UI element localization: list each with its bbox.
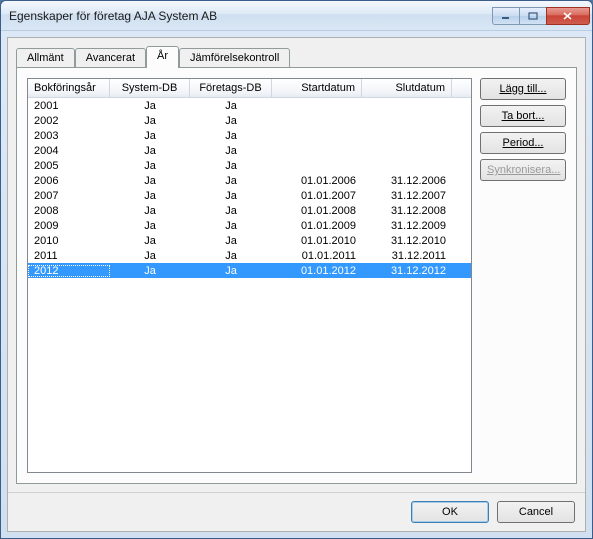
- close-icon: [563, 12, 573, 20]
- table-cell: Ja: [190, 190, 272, 202]
- table-cell: Ja: [110, 190, 190, 202]
- table-cell: 2002: [28, 115, 110, 127]
- col-header-year[interactable]: Bokföringsår: [28, 79, 110, 97]
- table-cell: 2001: [28, 100, 110, 112]
- minimize-button[interactable]: [492, 7, 520, 25]
- table-row[interactable]: 2001JaJa: [28, 98, 471, 113]
- window-title: Egenskaper för företag AJA System AB: [9, 9, 493, 23]
- bottom-bar: OK Cancel: [8, 492, 585, 531]
- ok-button[interactable]: OK: [411, 501, 489, 523]
- table-cell: 31.12.2008: [362, 205, 452, 217]
- table-cell: Ja: [190, 250, 272, 262]
- table-cell: 31.12.2010: [362, 235, 452, 247]
- table-cell: Ja: [190, 100, 272, 112]
- window-controls: [493, 7, 590, 25]
- table-cell: 2009: [28, 220, 110, 232]
- table-cell: 31.12.2007: [362, 190, 452, 202]
- table-cell: Ja: [190, 205, 272, 217]
- table-cell: 2007: [28, 190, 110, 202]
- table-cell: 2011: [28, 250, 110, 262]
- table-cell: Ja: [110, 175, 190, 187]
- table-cell: 2012: [28, 265, 110, 277]
- sync-button: Synkronisera...: [480, 159, 566, 181]
- close-button[interactable]: [546, 7, 590, 25]
- table-cell: Ja: [110, 115, 190, 127]
- table-cell: Ja: [190, 130, 272, 142]
- add-button[interactable]: Lägg till...: [480, 78, 566, 100]
- table-cell: 31.12.2006: [362, 175, 452, 187]
- dialog-window: Egenskaper för företag AJA System AB All…: [0, 0, 593, 539]
- minimize-icon: [501, 12, 511, 20]
- table-cell: Ja: [110, 100, 190, 112]
- table-row[interactable]: 2007JaJa01.01.200731.12.2007: [28, 188, 471, 203]
- table-cell: 01.01.2008: [272, 205, 362, 217]
- col-header-systemdb[interactable]: System-DB: [110, 79, 190, 97]
- tab-allmänt[interactable]: Allmänt: [16, 48, 75, 67]
- table-cell: Ja: [110, 220, 190, 232]
- table-cell: 2010: [28, 235, 110, 247]
- table-cell: Ja: [110, 265, 190, 277]
- table-row[interactable]: 2006JaJa01.01.200631.12.2006: [28, 173, 471, 188]
- table-cell: 31.12.2012: [362, 265, 452, 277]
- table-row[interactable]: 2008JaJa01.01.200831.12.2008: [28, 203, 471, 218]
- tabs-strip: AllmäntAvanceratÅrJämförelsekontroll: [16, 46, 577, 67]
- table-row[interactable]: 2011JaJa01.01.201131.12.2011: [28, 248, 471, 263]
- table-row[interactable]: 2010JaJa01.01.201031.12.2010: [28, 233, 471, 248]
- tab-jämförelsekontroll[interactable]: Jämförelsekontroll: [179, 48, 290, 67]
- client-area: AllmäntAvanceratÅrJämförelsekontroll Bok…: [7, 37, 586, 532]
- table-cell: Ja: [190, 115, 272, 127]
- table-cell: 2008: [28, 205, 110, 217]
- col-header-startdate[interactable]: Startdatum: [272, 79, 362, 97]
- maximize-icon: [528, 12, 538, 20]
- table-cell: 2004: [28, 145, 110, 157]
- period-button[interactable]: Period...: [480, 132, 566, 154]
- table-cell: Ja: [190, 220, 272, 232]
- tab-panel-years: Bokföringsår System-DB Företags-DB Start…: [16, 67, 577, 484]
- table-cell: Ja: [110, 160, 190, 172]
- cancel-button[interactable]: Cancel: [497, 501, 575, 523]
- table-cell: Ja: [110, 250, 190, 262]
- col-header-enddate[interactable]: Slutdatum: [362, 79, 452, 97]
- table-cell: Ja: [190, 160, 272, 172]
- table-cell: Ja: [110, 235, 190, 247]
- remove-button[interactable]: Ta bort...: [480, 105, 566, 127]
- tab-år[interactable]: År: [146, 46, 179, 68]
- table-row[interactable]: 2004JaJa: [28, 143, 471, 158]
- table-cell: 31.12.2011: [362, 250, 452, 262]
- table-cell: 2006: [28, 175, 110, 187]
- table-cell: Ja: [110, 205, 190, 217]
- years-table[interactable]: Bokföringsår System-DB Företags-DB Start…: [27, 78, 472, 473]
- table-cell: 01.01.2006: [272, 175, 362, 187]
- table-cell: 01.01.2012: [272, 265, 362, 277]
- table-body[interactable]: 2001JaJa2002JaJa2003JaJa2004JaJa2005JaJa…: [28, 98, 471, 472]
- side-buttons: Lägg till... Ta bort... Period... Synkro…: [480, 78, 566, 473]
- table-cell: Ja: [190, 265, 272, 277]
- table-cell: 01.01.2009: [272, 220, 362, 232]
- table-cell: 01.01.2011: [272, 250, 362, 262]
- table-header: Bokföringsår System-DB Företags-DB Start…: [28, 79, 471, 98]
- maximize-button[interactable]: [519, 7, 547, 25]
- table-cell: Ja: [110, 145, 190, 157]
- table-cell: Ja: [190, 235, 272, 247]
- table-cell: 31.12.2009: [362, 220, 452, 232]
- table-cell: 01.01.2010: [272, 235, 362, 247]
- table-row[interactable]: 2003JaJa: [28, 128, 471, 143]
- table-cell: 2003: [28, 130, 110, 142]
- table-cell: Ja: [190, 175, 272, 187]
- table-cell: 01.01.2007: [272, 190, 362, 202]
- table-cell: 2005: [28, 160, 110, 172]
- col-header-companydb[interactable]: Företags-DB: [190, 79, 272, 97]
- table-row[interactable]: 2005JaJa: [28, 158, 471, 173]
- table-cell: Ja: [190, 145, 272, 157]
- table-row[interactable]: 2002JaJa: [28, 113, 471, 128]
- table-row[interactable]: 2009JaJa01.01.200931.12.2009: [28, 218, 471, 233]
- table-row[interactable]: 2012JaJa01.01.201231.12.2012: [28, 263, 471, 278]
- tab-avancerat[interactable]: Avancerat: [75, 48, 146, 67]
- table-cell: Ja: [110, 130, 190, 142]
- titlebar[interactable]: Egenskaper för företag AJA System AB: [1, 1, 592, 31]
